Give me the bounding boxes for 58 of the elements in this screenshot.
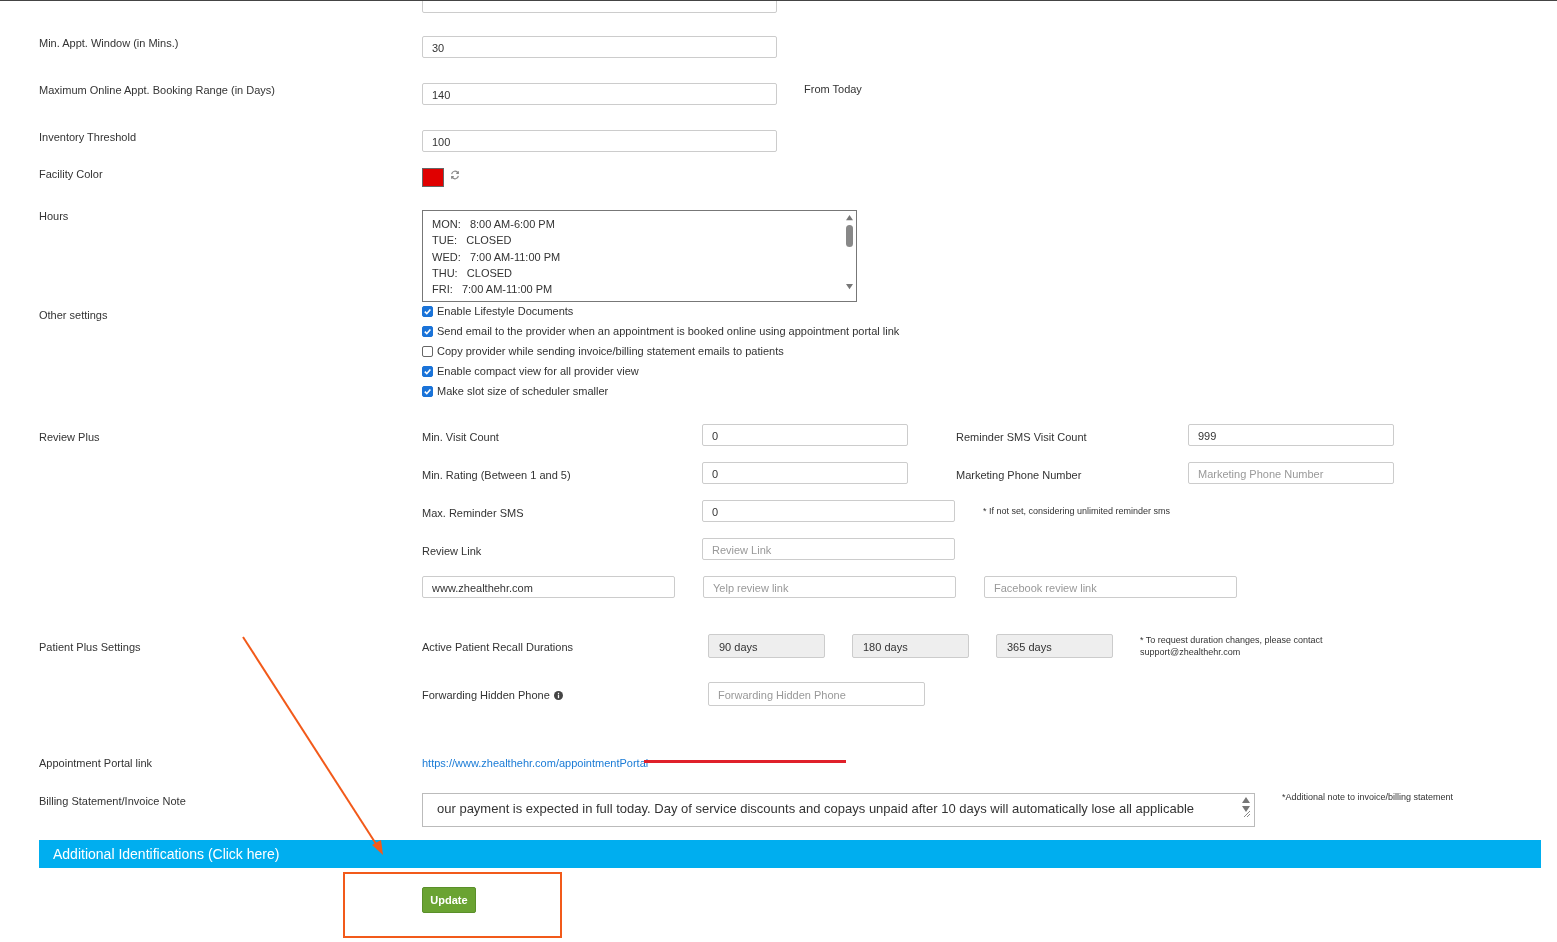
- hours-line: MON: 8:00 AM-6:00 PM: [432, 217, 556, 232]
- field-label: Min. Visit Count: [422, 430, 500, 443]
- scroll-up-icon[interactable]: [844, 214, 854, 221]
- field-note: From Today: [804, 83, 862, 95]
- input-field[interactable]: 100: [422, 130, 777, 152]
- duration-field: 180 days: [852, 634, 969, 658]
- field-label: Other settings: [38, 309, 109, 321]
- field-label: Hours: [38, 210, 70, 222]
- refresh-icon[interactable]: [450, 170, 460, 180]
- duration-field: 365 days: [996, 634, 1113, 658]
- section-label: Review Plus: [38, 431, 101, 443]
- input-field[interactable]: 30: [422, 36, 777, 58]
- checkbox-label: Send email to the provider when an appointment is booked online using appointment portal link: [437, 325, 900, 337]
- checkbox[interactable]: [422, 345, 433, 357]
- field-note: *Additional note to invoice/billing statement: [1282, 792, 1454, 802]
- input-field[interactable]: 0: [702, 500, 955, 522]
- input-field[interactable]: 999: [1188, 424, 1394, 446]
- spinner-icon[interactable]: [1241, 796, 1251, 818]
- field-label: Forwarding Hidden Phone: [422, 689, 550, 701]
- field-label: Reminder SMS Visit Count: [955, 430, 1088, 443]
- duration-field: 90 days: [708, 634, 825, 658]
- field-label: Maximum Online Appt. Booking Range (in Days): [38, 83, 276, 96]
- field-label: Min. Appt. Window (in Mins.): [38, 36, 180, 49]
- hours-line: FRI: 7:00 AM-11:00 PM: [432, 282, 554, 298]
- checkbox[interactable]: [422, 305, 433, 317]
- field-note: * To request duration changes, please contact support@zhealthehr.com: [1140, 634, 1324, 658]
- scroll-down-icon[interactable]: [844, 283, 854, 290]
- input-field[interactable]: 0: [702, 424, 908, 446]
- hours-line: TUE: CLOSED: [432, 233, 513, 249]
- hours-line: THU: CLOSED: [432, 265, 514, 281]
- field-label: Inventory Threshold: [38, 130, 138, 143]
- checkbox[interactable]: [422, 385, 433, 397]
- checkbox-label: Make slot size of scheduler smaller: [437, 385, 609, 397]
- field-label: Billing Statement/Invoice Note: [38, 795, 187, 807]
- checkbox[interactable]: [422, 365, 433, 377]
- field-label: Review Link: [422, 544, 483, 557]
- hours-textarea[interactable]: MON: 8:00 AM-6:00 PM TUE: CLOSED WED: 7:00 AM-11:00 PM THU: CLOSED FRI: 7:00 AM-11:00 PM: [422, 210, 857, 302]
- note-textarea[interactable]: our payment is expected in full today. Day of service discounts and copays unpaid after 10 days will automatically lose all applicable: [422, 793, 1255, 827]
- checkbox-label: Copy provider while sending invoice/billing statement emails to patients: [437, 345, 784, 357]
- field-label: Appointment Portal link: [38, 757, 154, 769]
- checkbox-label: Enable compact view for all provider view: [437, 365, 639, 377]
- field-label: Min. Rating (Between 1 and 5): [422, 468, 572, 481]
- field-label: Active Patient Recall Durations: [422, 640, 574, 653]
- field-note: * If not set, considering unlimited reminder sms: [982, 505, 1171, 516]
- input-field[interactable]: www.zhealthehr.com: [422, 576, 675, 598]
- portal-link[interactable]: https://www.zhealthehr.com/appointmentPortal: [422, 757, 649, 769]
- hours-line: WED: 7:00 AM-11:00 PM: [432, 249, 562, 265]
- field-label: Max. Reminder SMS: [422, 506, 525, 519]
- info-icon[interactable]: [553, 690, 563, 700]
- input-field[interactable]: 140: [422, 83, 777, 105]
- checkbox[interactable]: [422, 325, 433, 337]
- field-label: Facility Color: [38, 168, 104, 180]
- field-label: Marketing Phone Number: [955, 468, 1083, 481]
- checkbox-label: Enable Lifestyle Documents: [437, 305, 574, 317]
- section-label: Patient Plus Settings: [38, 641, 142, 653]
- input-field[interactable]: 0: [702, 462, 908, 484]
- scrollbar-thumb[interactable]: [845, 225, 853, 247]
- color-swatch[interactable]: [422, 168, 444, 187]
